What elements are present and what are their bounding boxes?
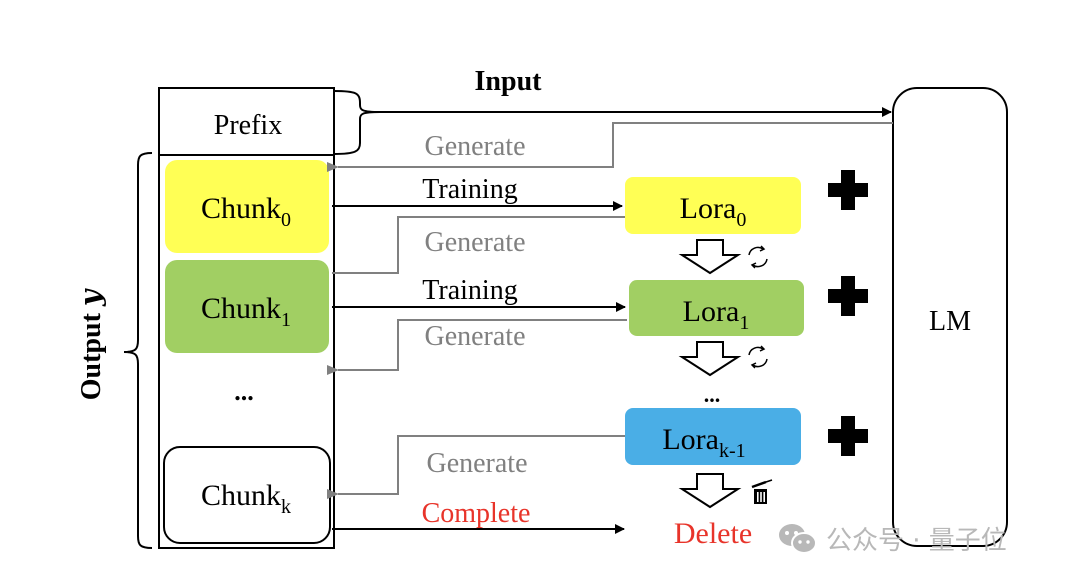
output-brace [123, 152, 153, 549]
trash-icon [751, 479, 773, 504]
diagram-canvas: Input Prefix Chunk0 Chunk1 ... Chunkk Ou… [74, 66, 1008, 550]
chunk-ellipsis: ... [234, 377, 254, 406]
prefix-brace [333, 90, 381, 155]
input-title: Input [475, 66, 543, 97]
generate-label-1: Generate [424, 227, 525, 258]
watermark: 公众号 · 量子位 [778, 520, 1007, 557]
refresh-icon [748, 245, 768, 269]
lm-label: LM [929, 306, 971, 337]
wechat-icon [779, 523, 817, 554]
plus-icon [828, 276, 868, 316]
training-label-1: Training [422, 275, 517, 306]
prefix-label: Prefix [214, 110, 282, 141]
watermark-text: 公众号 · 量子位 [826, 526, 1007, 556]
training-label-0: Training [422, 174, 517, 205]
down-arrow-0 [678, 239, 742, 275]
generate-label-2: Generate [424, 321, 525, 352]
down-arrow-1 [678, 341, 742, 377]
delete-label: Delete [674, 517, 752, 550]
output-label: Output y [74, 288, 107, 400]
refresh-icon [748, 345, 768, 369]
generate-arrow-lm [327, 122, 893, 172]
lora-ellipsis: ... [704, 382, 721, 407]
generate-label-0: Generate [424, 131, 525, 162]
complete-label: Complete [422, 498, 531, 529]
plus-icon [828, 416, 868, 456]
generate-label-3: Generate [426, 448, 527, 479]
down-arrow-2 [678, 473, 742, 509]
plus-icon [828, 170, 868, 210]
